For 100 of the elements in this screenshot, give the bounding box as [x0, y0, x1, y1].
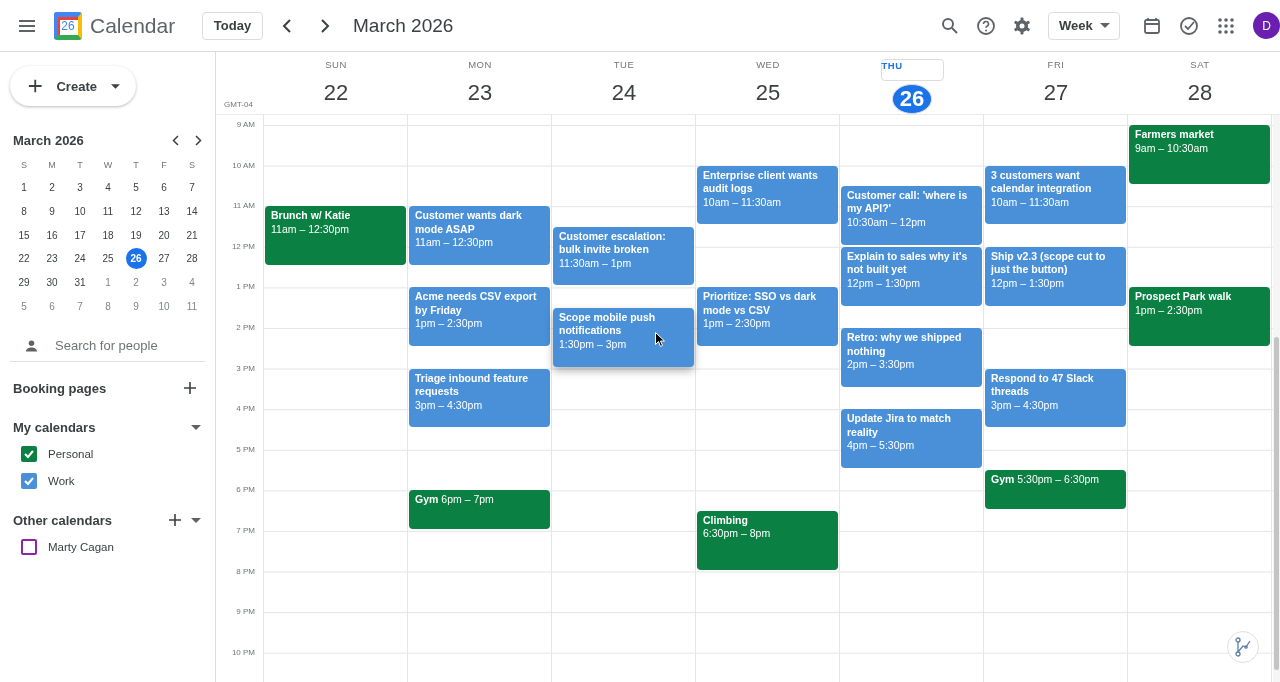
- event-title: 3 customers want calendar integration: [991, 168, 1093, 196]
- branch-icon: [1234, 637, 1252, 657]
- mini-calendar-day[interactable]: 2: [125, 272, 147, 294]
- mini-calendar-day[interactable]: 30: [41, 272, 63, 294]
- floating-button[interactable]: [1227, 631, 1259, 663]
- timezone-label: GMT-04: [224, 100, 253, 109]
- date-number[interactable]: 23: [460, 73, 500, 113]
- mini-calendar-day[interactable]: 7: [181, 177, 203, 199]
- event-title: Retro: why we shipped nothing: [847, 331, 963, 358]
- mini-calendar-day[interactable]: 14: [181, 201, 203, 223]
- mini-calendar-day[interactable]: 8: [13, 201, 35, 223]
- hour-label: 2 PM: [235, 322, 256, 334]
- date-number[interactable]: 25: [748, 73, 788, 113]
- app-name: Calendar: [90, 13, 177, 38]
- calendar-event[interactable]: Gym 6pm – 7pm: [409, 490, 550, 529]
- mini-calendar-day[interactable]: 7: [69, 295, 91, 317]
- mini-calendar-day[interactable]: 29: [13, 272, 35, 294]
- date-number[interactable]: 26: [892, 84, 932, 114]
- add-icon[interactable]: [183, 381, 197, 396]
- event-title: Gym: [415, 493, 439, 507]
- event-title: Farmers market: [1135, 128, 1214, 142]
- calendar-name: Personal: [48, 447, 94, 460]
- date-number[interactable]: 27: [1036, 73, 1076, 113]
- event-time: 6pm – 7pm: [441, 493, 494, 507]
- event-title: Acme needs CSV export by Friday: [415, 290, 538, 318]
- mini-calendar-day[interactable]: 8: [97, 295, 119, 317]
- mini-calendar-day[interactable]: 5: [13, 295, 35, 317]
- mini-calendar-day[interactable]: 2: [41, 177, 63, 199]
- calendar-event[interactable]: Gym 5:30pm – 6:30pm: [985, 470, 1126, 509]
- mini-calendar-day[interactable]: 24: [69, 248, 91, 270]
- calendar-checkbox[interactable]: [21, 538, 37, 555]
- event-title: Customer call: 'where is my API?': [847, 188, 969, 216]
- mini-calendar-day[interactable]: 22: [13, 248, 35, 270]
- hour-label: 5 PM: [235, 444, 256, 456]
- scrollbar[interactable]: [1273, 115, 1280, 682]
- mini-calendar-day[interactable]: 1: [97, 272, 119, 294]
- mini-calendar-day[interactable]: 11: [97, 201, 119, 223]
- date-number[interactable]: 22: [316, 73, 356, 113]
- avatar[interactable]: D: [1253, 12, 1280, 39]
- weekday-label: S: [188, 159, 196, 172]
- calendar-checkbox[interactable]: [21, 472, 37, 489]
- today-button[interactable]: Today: [202, 11, 263, 40]
- person-icon: [25, 338, 38, 353]
- hour-label: 10 AM: [231, 160, 256, 172]
- mini-calendar-day[interactable]: 5: [125, 177, 147, 199]
- mini-calendar-day[interactable]: 19: [125, 224, 147, 246]
- create-button[interactable]: Create: [10, 66, 136, 106]
- mini-calendar-day[interactable]: 17: [69, 224, 91, 246]
- calendar-logo: 26: [54, 11, 82, 40]
- add-icon[interactable]: [168, 513, 182, 528]
- mini-calendar-day[interactable]: 10: [69, 201, 91, 223]
- mini-calendar-day[interactable]: 27: [153, 248, 175, 270]
- calendar-name: Marty Cagan: [48, 540, 114, 553]
- event-title: Brunch w/ Katie: [271, 209, 351, 223]
- event-time: 1pm – 2:30pm: [703, 317, 771, 331]
- mini-calendar-day[interactable]: 4: [97, 177, 119, 199]
- section-title: My calendars: [13, 419, 97, 435]
- mini-calendar-day[interactable]: 6: [153, 177, 175, 199]
- calendar-event[interactable]: Farmers market 9am – 10:30am: [1129, 125, 1270, 184]
- mini-calendar-day[interactable]: 9: [41, 201, 63, 223]
- mini-calendar-day[interactable]: 11: [181, 295, 203, 317]
- section-title: Booking pages: [13, 380, 108, 396]
- mini-calendar-day[interactable]: 31: [69, 272, 91, 294]
- mini-calendar-day[interactable]: 20: [153, 224, 175, 246]
- mini-calendar-day[interactable]: 10: [153, 295, 175, 317]
- calendar-checkbox[interactable]: [21, 445, 37, 462]
- event-time: 10am – 11:30am: [703, 195, 782, 210]
- weekday-label: SUN: [325, 59, 347, 70]
- event-time: 2pm – 3:30pm: [847, 358, 915, 372]
- hour-label: 3 PM: [235, 363, 256, 375]
- weekday-label: THU: [880, 59, 944, 82]
- mini-calendar-day[interactable]: 18: [97, 224, 119, 246]
- mini-calendar-day[interactable]: 4: [181, 272, 203, 294]
- weekday-label: T: [132, 159, 140, 172]
- date-number[interactable]: 28: [1180, 73, 1220, 113]
- event-time: 3pm – 4:30pm: [415, 398, 483, 413]
- calendar-event[interactable]: Prospect Park walk 1pm – 2:30pm: [1129, 287, 1270, 347]
- calendar-event[interactable]: Climbing 6:30pm – 8pm: [697, 510, 838, 570]
- mini-calendar-day[interactable]: 23: [41, 248, 63, 270]
- mini-calendar-day[interactable]: 6: [41, 295, 63, 317]
- mini-calendar-day[interactable]: 1: [13, 177, 35, 199]
- mini-calendar-day[interactable]: 28: [181, 248, 203, 270]
- mini-calendar-day[interactable]: 26: [125, 248, 147, 270]
- mini-calendar-day[interactable]: 12: [125, 201, 147, 223]
- event-time: 5:30pm – 6:30pm: [1017, 473, 1100, 487]
- mini-calendar-title: March 2026: [13, 132, 85, 148]
- event-title: Explain to sales why it's not built yet: [847, 249, 969, 277]
- mini-calendar-day[interactable]: 16: [41, 224, 63, 246]
- mini-calendar-day[interactable]: 21: [181, 224, 203, 246]
- weekday-label: MON: [468, 59, 492, 70]
- mini-calendar-day[interactable]: 25: [97, 248, 119, 270]
- mini-calendar-day[interactable]: 3: [69, 177, 91, 199]
- view-selector[interactable]: Week: [1048, 11, 1120, 40]
- mini-calendar-day[interactable]: 9: [125, 295, 147, 317]
- mini-calendar-day[interactable]: 3: [153, 272, 175, 294]
- date-number[interactable]: 24: [604, 73, 644, 113]
- mini-calendar-day[interactable]: 15: [13, 224, 35, 246]
- event-time: 1:30pm – 3pm: [559, 337, 627, 352]
- mini-calendar-day[interactable]: 13: [153, 201, 175, 223]
- calendar-event[interactable]: Brunch w/ Katie 11am – 12:30pm: [265, 206, 406, 266]
